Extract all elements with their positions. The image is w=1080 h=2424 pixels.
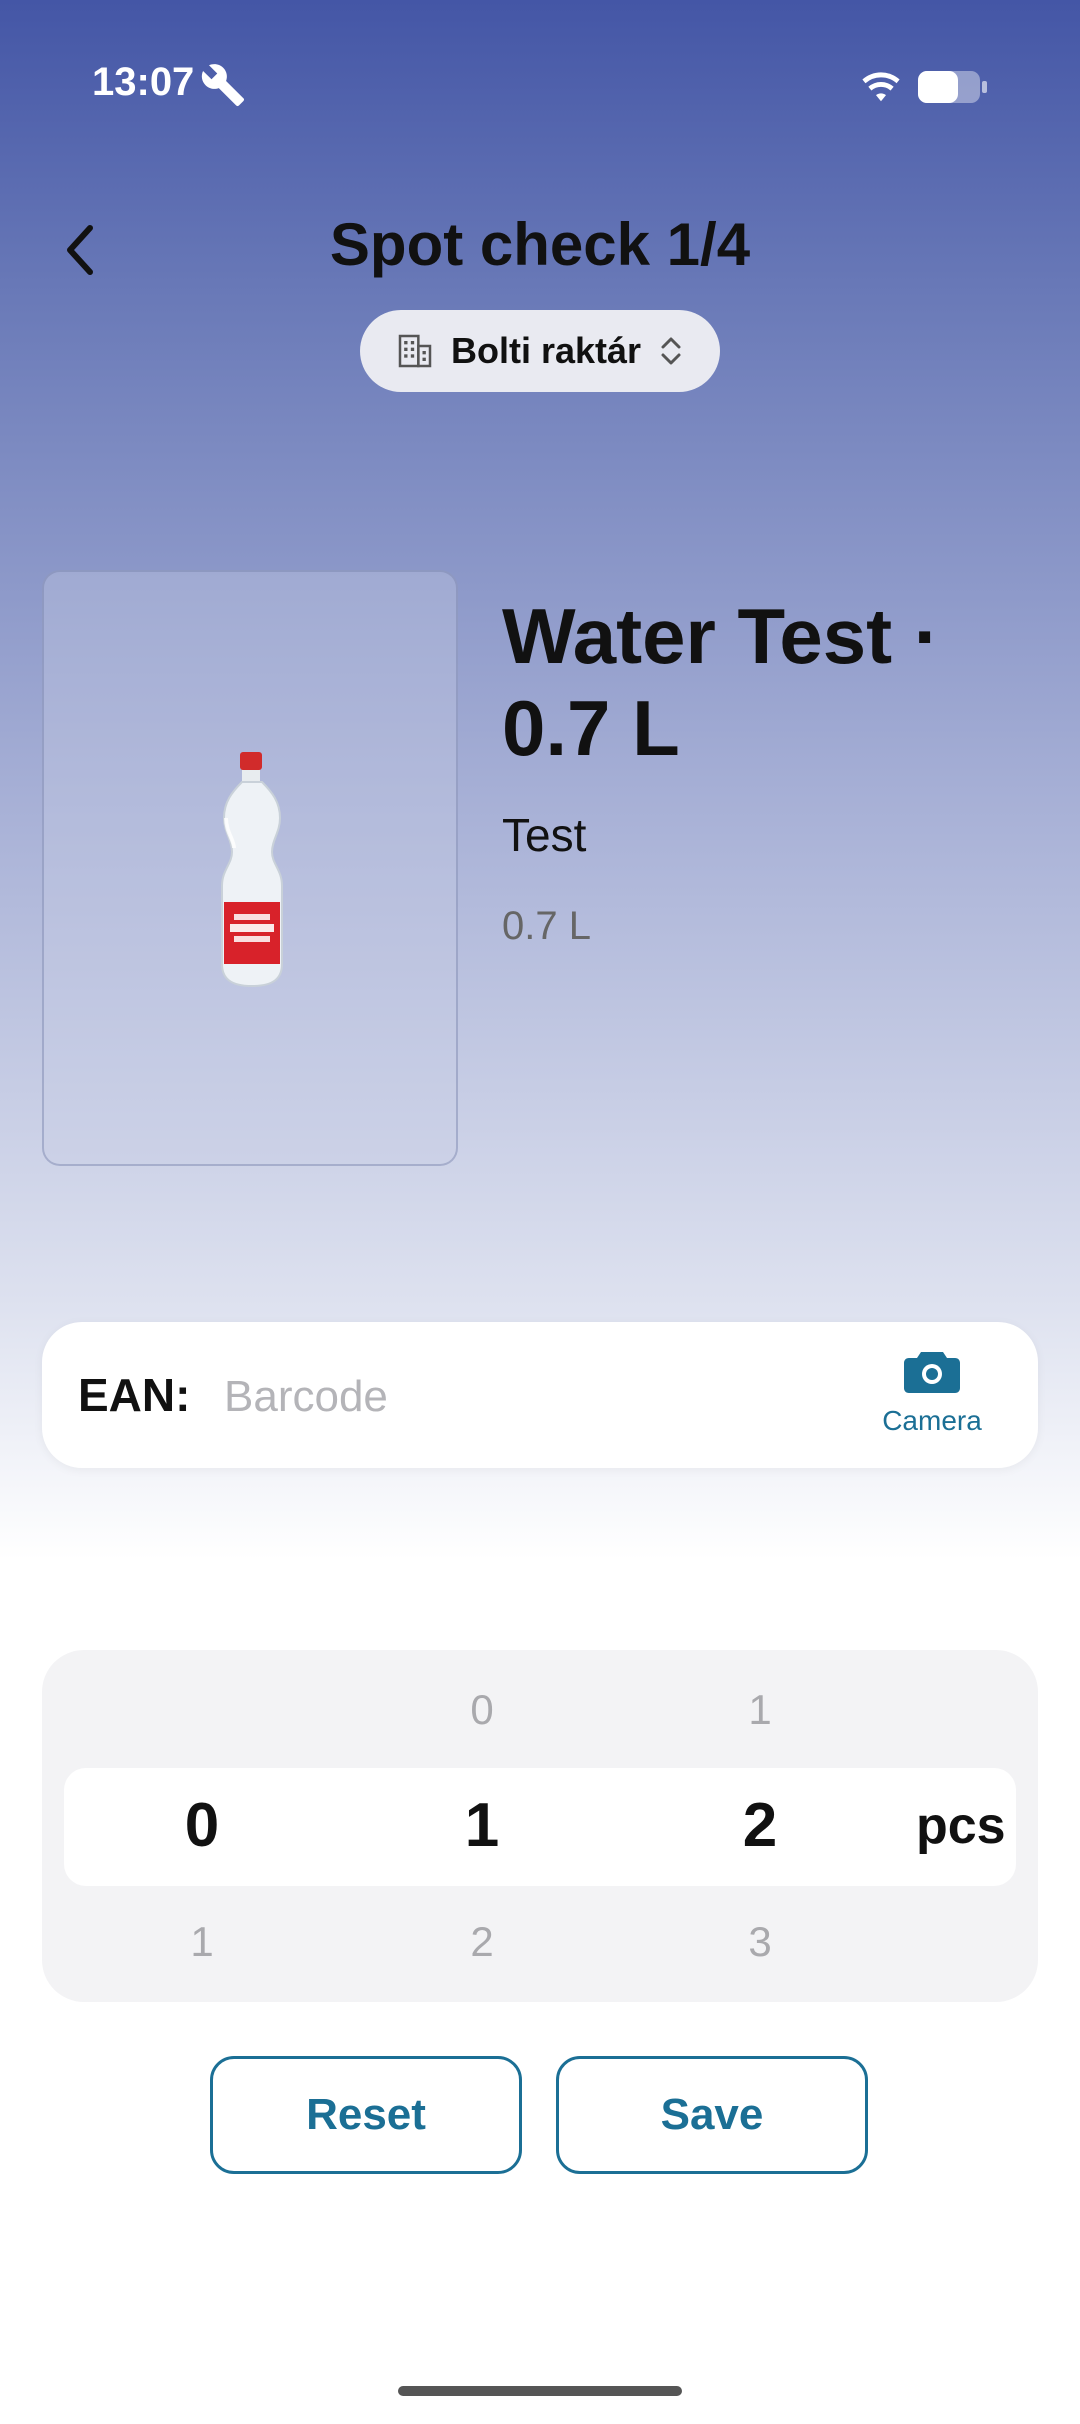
water-bottle-image (221, 752, 283, 988)
picker-value-above: 0 (470, 1686, 494, 1733)
picker-column-hundreds[interactable]: 0 1 (142, 1650, 262, 2002)
camera-icon (904, 1352, 960, 1393)
battery-icon (916, 68, 990, 106)
location-label: Bolti raktár (450, 330, 642, 371)
location-selector[interactable]: Bolti raktár (360, 310, 720, 392)
status-time: 13:07 (92, 60, 195, 104)
header: Spot check 1/4 (0, 190, 1080, 310)
picker-value-current: 0 (184, 1791, 220, 1860)
camera-label: Camera (882, 1405, 982, 1436)
picker-column-units[interactable]: 1 2 3 (700, 1650, 820, 2002)
ean-card: EAN: Camera (42, 1322, 1038, 1468)
barcode-input[interactable] (222, 1356, 826, 1438)
picker-unit-label: pcs (916, 1797, 1006, 1855)
ean-label: EAN: (78, 1369, 191, 1421)
wifi-icon (858, 62, 904, 108)
product-subtitle: Test (502, 809, 587, 861)
product-size: 0.7 L (502, 904, 591, 948)
picker-value-current: 2 (742, 1791, 778, 1860)
home-indicator[interactable] (398, 2386, 682, 2396)
picker-value-below: 2 (470, 1918, 494, 1965)
picker-value-below: 1 (190, 1918, 214, 1965)
product-image (42, 570, 458, 1166)
camera-button[interactable]: Camera (862, 1348, 1002, 1448)
page-title: Spot check 1/4 (329, 211, 751, 278)
chevron-up-down-icon (661, 337, 681, 365)
building-icon (398, 334, 432, 368)
quantity-picker[interactable]: 0 1 0 1 2 1 2 3 pcs (42, 1650, 1038, 2002)
picker-value-below: 3 (748, 1918, 772, 1965)
save-button[interactable]: Save (556, 2056, 868, 2174)
reset-button[interactable]: Reset (210, 2056, 522, 2174)
status-bar: 13:07 (0, 0, 1080, 170)
product-title: Water Test · 0.7 L (502, 592, 940, 772)
wrench-icon (200, 62, 246, 108)
picker-value-current: 1 (464, 1791, 500, 1860)
picker-value-above: 1 (748, 1686, 772, 1733)
picker-column-tens[interactable]: 0 1 2 (422, 1650, 542, 2002)
